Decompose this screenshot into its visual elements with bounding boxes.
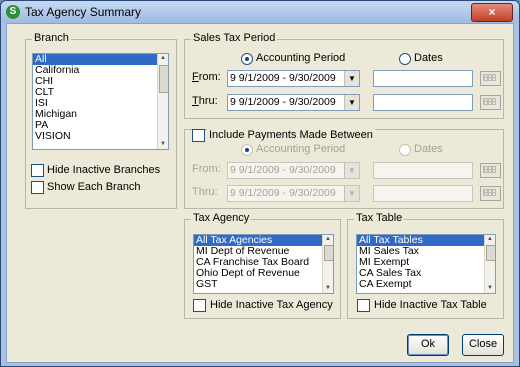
branch-list[interactable]: All California CHI CLT ISI Michigan PA VISION ▲…	[32, 53, 169, 150]
sales-tax-period-label: Sales Tax Period	[191, 32, 278, 44]
hide-inactive-tax-table-label: Hide Inactive Tax Table	[374, 299, 487, 311]
payments-dates-radio[interactable]	[399, 144, 411, 156]
scroll-up-icon[interactable]: ▲	[158, 54, 168, 63]
chevron-down-icon[interactable]: ▼	[344, 95, 359, 110]
chevron-down-icon[interactable]: ▼	[344, 71, 359, 86]
dialog-body: Branch All California CHI CLT ISI Michigan PA V…	[6, 23, 514, 363]
close-button[interactable]: Close	[462, 334, 504, 356]
payments-accounting-period-label: Accounting Period	[256, 143, 346, 155]
tax-table-list-item[interactable]: CA Exempt	[357, 279, 495, 290]
app-icon: S	[6, 5, 20, 19]
thru-calendar-icon[interactable]	[480, 95, 501, 110]
hide-inactive-branches-label: Hide Inactive Branches	[47, 164, 161, 176]
scroll-up-icon[interactable]: ▲	[485, 235, 495, 244]
payments-from-date-input[interactable]	[373, 162, 473, 179]
branch-list-scrollbar[interactable]: ▲ ▼	[157, 54, 168, 149]
sales-tax-period-group: Sales Tax Period Accounting Period Dates…	[184, 32, 504, 119]
branch-list-item[interactable]: Michigan	[33, 109, 168, 120]
chevron-down-icon[interactable]: ▼	[344, 186, 359, 201]
payments-from-dropdown[interactable]: 9 9/1/2009 - 9/30/2009 ▼	[227, 162, 360, 179]
payments-thru-label: Thru:	[192, 186, 218, 198]
tax-agency-scrollbar[interactable]: ▲ ▼	[322, 235, 333, 293]
branch-group: Branch All California CHI CLT ISI Michigan PA V…	[25, 32, 177, 209]
branch-list-item[interactable]: VISION	[33, 131, 168, 142]
payments-thru-value: 9 9/1/2009 - 9/30/2009	[230, 187, 336, 199]
payments-thru-date-input[interactable]	[373, 185, 473, 202]
branch-list-item[interactable]: CLT	[33, 87, 168, 98]
hide-inactive-tax-table-checkbox[interactable]	[357, 299, 370, 312]
thru-label: Thru:	[192, 95, 218, 107]
dates-radio[interactable]	[399, 53, 411, 65]
chevron-down-icon[interactable]: ▼	[344, 163, 359, 178]
scroll-thumb[interactable]	[159, 65, 168, 93]
payments-thru-calendar-icon[interactable]	[480, 186, 501, 201]
hide-inactive-tax-agency-checkbox[interactable]	[193, 299, 206, 312]
hide-inactive-branches-checkbox[interactable]	[31, 164, 44, 177]
thru-period-dropdown[interactable]: 9 9/1/2009 - 9/30/2009 ▼	[227, 94, 360, 111]
payments-from-calendar-icon[interactable]	[480, 163, 501, 178]
scroll-down-icon[interactable]: ▼	[323, 284, 333, 293]
from-label: From:	[192, 71, 221, 83]
tax-agency-group: Tax Agency All Tax Agencies MI Dept of Re…	[184, 212, 341, 319]
tax-agency-list[interactable]: All Tax Agencies MI Dept of Revenue CA Fra…	[193, 234, 334, 294]
scroll-down-icon[interactable]: ▼	[158, 140, 168, 149]
tax-table-label: Tax Table	[354, 212, 405, 224]
accounting-period-radio[interactable]	[241, 53, 253, 65]
thru-date-input[interactable]	[373, 94, 473, 111]
window-close-button[interactable]: ×	[471, 3, 513, 22]
branch-group-label: Branch	[32, 32, 71, 44]
payments-dates-label: Dates	[414, 143, 443, 155]
ok-button[interactable]: Ok	[407, 334, 449, 356]
from-period-value: 9 9/1/2009 - 9/30/2009	[230, 72, 336, 84]
tax-agency-list-item[interactable]: GST	[194, 279, 333, 290]
scroll-down-icon[interactable]: ▼	[485, 284, 495, 293]
payments-thru-dropdown[interactable]: 9 9/1/2009 - 9/30/2009 ▼	[227, 185, 360, 202]
tax-agency-label: Tax Agency	[191, 212, 252, 224]
from-date-input[interactable]	[373, 70, 473, 87]
scroll-thumb[interactable]	[486, 245, 495, 261]
payments-between-group: Include Payments Made Between Accounting…	[184, 129, 504, 209]
tax-table-list[interactable]: All Tax Tables MI Sales Tax MI Exempt CA Sa…	[356, 234, 496, 294]
from-calendar-icon[interactable]	[480, 71, 501, 86]
accounting-period-radio-label: Accounting Period	[256, 52, 346, 64]
window-title: Tax Agency Summary	[25, 5, 142, 19]
thru-label-rest: hru:	[198, 95, 218, 107]
include-payments-checkbox[interactable]	[192, 129, 205, 142]
window: S Tax Agency Summary × Branch All Califor…	[0, 0, 520, 367]
payments-from-value: 9 9/1/2009 - 9/30/2009	[230, 164, 336, 176]
hide-inactive-tax-agency-label: Hide Inactive Tax Agency	[210, 299, 333, 311]
title-bar[interactable]: S Tax Agency Summary ×	[1, 1, 519, 23]
show-each-branch-label: Show Each Branch	[47, 181, 141, 193]
from-label-rest: rom:	[198, 71, 221, 83]
from-period-dropdown[interactable]: 9 9/1/2009 - 9/30/2009 ▼	[227, 70, 360, 87]
show-each-branch-checkbox[interactable]	[31, 181, 44, 194]
tax-table-scrollbar[interactable]: ▲ ▼	[484, 235, 495, 293]
scroll-thumb[interactable]	[324, 245, 333, 261]
branch-list-item[interactable]: California	[33, 65, 168, 76]
tax-table-group: Tax Table All Tax Tables MI Sales Tax MI E…	[347, 212, 504, 319]
payments-accounting-period-radio[interactable]	[241, 144, 253, 156]
include-payments-label: Include Payments Made Between	[207, 129, 375, 141]
payments-from-label: From:	[192, 163, 221, 175]
dates-radio-label: Dates	[414, 52, 443, 64]
thru-period-value: 9 9/1/2009 - 9/30/2009	[230, 96, 336, 108]
scroll-up-icon[interactable]: ▲	[323, 235, 333, 244]
